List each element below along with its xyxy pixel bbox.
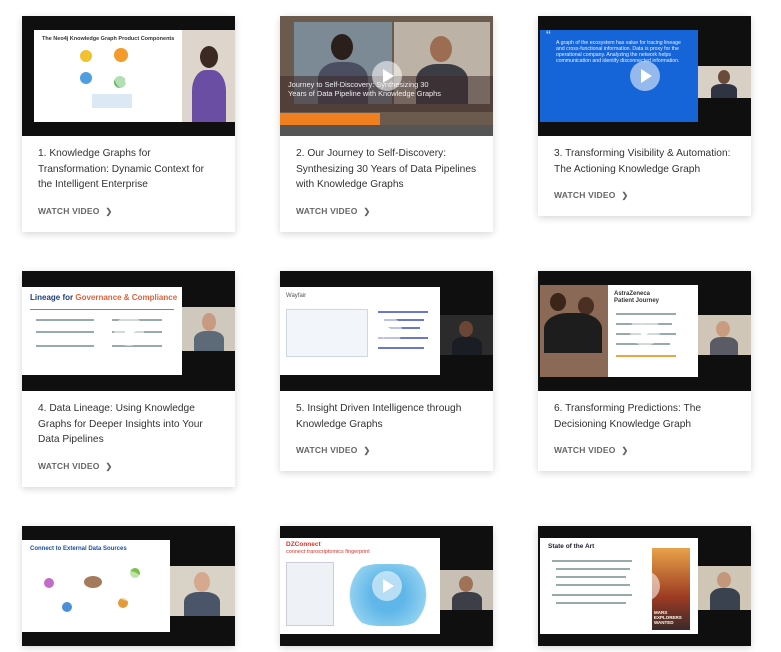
chevron-right-icon: ❯ (363, 446, 371, 456)
watch-video-link[interactable]: WATCH VIDEO ❯ (38, 206, 112, 216)
slide-image: The Neo4j Knowledge Graph Product Compon… (34, 30, 182, 122)
watch-video-link[interactable]: WATCH VIDEO ❯ (554, 190, 628, 200)
video-thumbnail[interactable]: “ A graph of the ecosystem has value for… (538, 16, 751, 136)
slide-subheading: connect transcriptomics fingerprint (286, 549, 370, 555)
video-title[interactable]: 3. Transforming Visibility & Automation:… (554, 146, 735, 177)
video-card[interactable]: Connect to External Data Sources (22, 526, 235, 646)
poster-text: MARS EXPLORERS WANTED (654, 610, 682, 625)
slide-image: DZConnect connect transcriptomics finger… (280, 538, 440, 634)
slide-heading: Lineage for Governance & Compliance (30, 293, 178, 302)
video-card[interactable]: State of the Art MARS EXPLORERS WANTED (538, 526, 751, 646)
slide-quote: A graph of the ecosystem has value for t… (556, 40, 681, 64)
slide-photo (540, 285, 608, 377)
video-title[interactable]: 1. Knowledge Graphs for Transformation: … (38, 146, 219, 193)
chevron-right-icon: ❯ (621, 446, 629, 456)
video-thumbnail[interactable]: The Neo4j Knowledge Graph Product Compon… (22, 16, 235, 136)
speaker-webcam (182, 307, 235, 351)
video-thumbnail[interactable]: Connect to External Data Sources (22, 526, 235, 646)
video-title[interactable]: 5. Insight Driven Intelligence through K… (296, 401, 477, 432)
play-icon[interactable] (113, 61, 144, 91)
video-thumbnail[interactable]: State of the Art MARS EXPLORERS WANTED (538, 526, 751, 646)
video-card[interactable]: AstraZeneca Patient Journey 6. Transform… (538, 271, 751, 472)
slide-image: Connect to External Data Sources (22, 540, 170, 632)
play-icon[interactable] (371, 571, 402, 601)
play-icon[interactable] (113, 316, 144, 346)
video-card[interactable]: The Neo4j Knowledge Graph Product Compon… (22, 16, 235, 232)
speaker-webcam (440, 570, 493, 610)
play-icon[interactable] (371, 316, 402, 346)
video-title[interactable]: 2. Our Journey to Self-Discovery: Synthe… (296, 146, 477, 193)
slide-heading: DZConnect (286, 541, 321, 548)
video-card[interactable]: Journey to Self-Discovery: Synthesizing … (280, 16, 493, 232)
slide-image: State of the Art MARS EXPLORERS WANTED (540, 538, 698, 634)
slide-heading: AstraZeneca Patient Journey (614, 291, 660, 304)
chevron-right-icon: ❯ (105, 206, 113, 216)
watch-video-link[interactable]: WATCH VIDEO ❯ (38, 461, 112, 471)
speaker-webcam (698, 566, 751, 610)
speaker-webcam (170, 566, 235, 616)
slide-image: Wayfair (280, 287, 440, 375)
video-title[interactable]: 6. Transforming Predictions: The Decisio… (554, 401, 735, 432)
video-thumbnail[interactable]: Wayfair (280, 271, 493, 391)
video-card[interactable]: “ A graph of the ecosystem has value for… (538, 16, 751, 217)
video-card[interactable]: Wayfair 5. Insight Driven Intelligence t… (280, 271, 493, 472)
play-icon[interactable] (371, 61, 402, 91)
overlay-text: Journey to Self-Discovery: Synthesizing … (288, 80, 441, 98)
slide-heading: The Neo4j Knowledge Graph Product Compon… (42, 36, 175, 42)
speaker-webcam (698, 66, 751, 98)
slide-heading: Wayfair (286, 293, 307, 299)
watch-video-link[interactable]: WATCH VIDEO ❯ (554, 445, 628, 455)
chevron-right-icon: ❯ (621, 191, 629, 201)
slide-heading: Connect to External Data Sources (30, 546, 127, 552)
watch-video-link[interactable]: WATCH VIDEO ❯ (296, 445, 370, 455)
video-thumbnail[interactable]: Journey to Self-Discovery: Synthesizing … (280, 16, 493, 136)
chevron-right-icon: ❯ (105, 461, 113, 471)
slide-heading: State of the Art (548, 543, 595, 550)
play-icon[interactable] (629, 316, 660, 346)
speaker-webcam (698, 315, 751, 355)
play-icon[interactable] (113, 571, 144, 601)
chevron-right-icon: ❯ (363, 206, 371, 216)
video-card[interactable]: Lineage for Governance & Compliance 4. D… (22, 271, 235, 487)
speaker-webcam (182, 30, 235, 122)
slide-image: Lineage for Governance & Compliance (22, 287, 182, 375)
play-icon[interactable] (629, 571, 660, 601)
slide-image: “ A graph of the ecosystem has value for… (540, 30, 698, 122)
play-icon[interactable] (629, 61, 660, 91)
speaker-webcam (440, 315, 493, 355)
video-thumbnail[interactable]: DZConnect connect transcriptomics finger… (280, 526, 493, 646)
video-title[interactable]: 4. Data Lineage: Using Knowledge Graphs … (38, 401, 219, 448)
video-thumbnail[interactable]: Lineage for Governance & Compliance (22, 271, 235, 391)
video-thumbnail[interactable]: AstraZeneca Patient Journey (538, 271, 751, 391)
video-card[interactable]: DZConnect connect transcriptomics finger… (280, 526, 493, 646)
watch-video-link[interactable]: WATCH VIDEO ❯ (296, 206, 370, 216)
